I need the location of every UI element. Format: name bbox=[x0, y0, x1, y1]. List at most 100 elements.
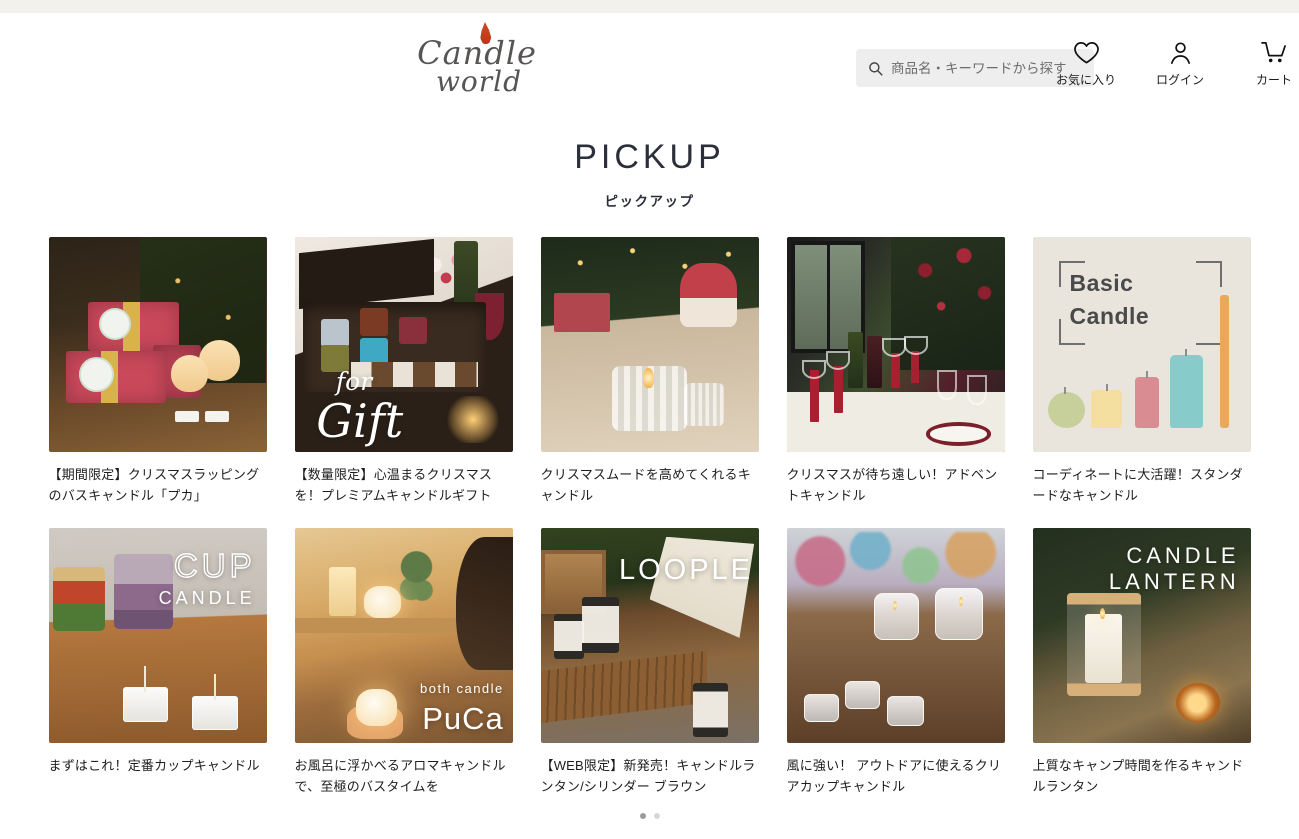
product-image[interactable]: for Gift bbox=[294, 237, 513, 452]
product-caption: 【WEB限定】新発売！キャンドルランタン/シリンダー ブラウン bbox=[540, 758, 756, 795]
corner-bracket bbox=[1196, 318, 1223, 345]
header-utility-nav: お気に入り ログイン カート bbox=[1055, 39, 1299, 88]
wick bbox=[214, 674, 217, 701]
glass-holder bbox=[359, 307, 389, 336]
product-caption: コーディネートに大活躍！スタンダードなキャンドル bbox=[1032, 467, 1243, 504]
product-image[interactable]: both candle PuCa bbox=[294, 528, 513, 744]
product-image[interactable]: LOOPLE bbox=[540, 528, 759, 744]
overlay-text-loople: LOOPLE bbox=[618, 553, 754, 586]
wick bbox=[1064, 386, 1067, 394]
login-label: ログイン bbox=[1155, 73, 1204, 87]
overlay-text-cup: CUP bbox=[173, 547, 256, 585]
clear-cup-candle bbox=[873, 592, 920, 640]
pillar-candle bbox=[329, 566, 356, 617]
wick bbox=[1185, 349, 1188, 357]
product-image[interactable]: Basic Candle bbox=[1032, 237, 1251, 452]
candle-lantern bbox=[693, 682, 728, 737]
product-card[interactable]: 風に強い！ アウトドアに使えるクリアカップキャンドル bbox=[786, 528, 1005, 797]
section-header: PICKUP ピックアップ bbox=[0, 138, 1299, 210]
site-logo[interactable]: Candle world bbox=[412, 19, 542, 99]
mosaic-votive bbox=[52, 566, 106, 632]
product-caption: 【数量限定】心温まるクリスマスを！プレミアムキャンドルギフト bbox=[294, 467, 493, 504]
pagination-dot[interactable] bbox=[653, 813, 660, 820]
overlay-text-candle: CANDLE bbox=[1126, 543, 1240, 569]
wick bbox=[1105, 383, 1108, 391]
taper-candle bbox=[891, 353, 900, 388]
product-caption: クリスマスが待ち遠しい！アドベントキャンドル bbox=[786, 467, 998, 504]
product-card[interactable]: CUP CANDLE まずはこれ！定番カップキャンドル bbox=[48, 528, 267, 797]
product-image[interactable]: CUP CANDLE bbox=[48, 528, 267, 744]
product-card[interactable]: both candle PuCa お風呂に浮かべるアロマキャンドルで、至極のバス… bbox=[294, 528, 513, 797]
camping-table bbox=[540, 651, 707, 724]
search-icon bbox=[869, 61, 883, 76]
product-image[interactable] bbox=[48, 237, 267, 452]
wick bbox=[144, 665, 147, 692]
clear-cup-candle bbox=[803, 693, 839, 722]
product-image[interactable] bbox=[540, 237, 759, 452]
favorites-button[interactable]: お気に入り bbox=[1055, 39, 1117, 88]
wine-glass bbox=[967, 374, 988, 405]
tealight bbox=[174, 411, 199, 422]
product-card[interactable]: Basic Candle コーディネートに大活躍！スタンダードなキャンドル bbox=[1032, 237, 1251, 506]
product-card[interactable]: LOOPLE 【WEB限定】新発売！キャンドルランタン/シリンダー ブラウン bbox=[540, 528, 759, 797]
search-input[interactable] bbox=[891, 60, 1082, 76]
candle-flame-icon bbox=[1100, 607, 1106, 619]
clear-cup-candle bbox=[934, 588, 983, 640]
candle-flame-icon bbox=[642, 368, 654, 388]
login-button[interactable]: ログイン bbox=[1149, 39, 1211, 88]
glass-holder bbox=[399, 316, 428, 345]
potted-plant bbox=[399, 545, 434, 619]
bath-shelf bbox=[294, 618, 482, 634]
overlay-line-2: Candle bbox=[1069, 303, 1150, 330]
product-card[interactable]: CANDLE LANTERN 上質なキャンプ時間を作るキャンドルランタン bbox=[1032, 528, 1251, 797]
favorites-label: お気に入り bbox=[1055, 73, 1116, 87]
pagination-dot[interactable] bbox=[639, 813, 646, 820]
product-card[interactable]: クリスマスが待ち遠しい！アドベントキャンドル bbox=[786, 237, 1005, 506]
overlay-text-candle: CANDLE bbox=[158, 588, 256, 609]
taper-candle bbox=[1219, 295, 1229, 429]
overlay-text-for: for bbox=[335, 367, 373, 397]
logo-line-2: world bbox=[435, 64, 523, 98]
product-card[interactable]: 【期間限定】クリスマスラッピングのバスキャンドル「プカ」 bbox=[48, 237, 267, 506]
clear-cup-candle bbox=[845, 680, 881, 709]
wick bbox=[1145, 370, 1148, 378]
taper-candle bbox=[834, 366, 844, 414]
ball-candle bbox=[1047, 391, 1085, 429]
product-image[interactable] bbox=[786, 528, 1005, 744]
product-card[interactable]: クリスマスムードを高めてくれるキャンドル bbox=[540, 237, 759, 506]
dinner-plate bbox=[926, 421, 992, 446]
pillar-candle bbox=[1084, 614, 1122, 683]
product-caption: 上質なキャンプ時間を作るキャンドルランタン bbox=[1032, 758, 1244, 795]
round-candle bbox=[170, 355, 208, 392]
candle-goblet bbox=[825, 350, 850, 371]
product-card[interactable]: for Gift 【数量限定】心温まるクリスマスを！プレミアムキャンドルギフト bbox=[294, 237, 513, 506]
overlay-text-puca: PuCa bbox=[422, 700, 504, 736]
carousel-pagination[interactable] bbox=[0, 813, 1299, 820]
product-image[interactable] bbox=[786, 237, 1005, 452]
tealight bbox=[205, 411, 230, 422]
wine-bottle bbox=[867, 335, 883, 388]
product-caption: 風に強い！ アウトドアに使えるクリアカップキャンドル bbox=[786, 758, 1002, 795]
wine-glass bbox=[936, 370, 957, 401]
product-caption: まずはこれ！定番カップキャンドル bbox=[48, 758, 260, 774]
top-accent-strip bbox=[0, 0, 1299, 13]
glass-holder bbox=[320, 318, 349, 347]
candle-lantern bbox=[581, 596, 619, 653]
heart-icon bbox=[1073, 39, 1100, 66]
product-caption: クリスマスムードを高めてくれるキャンドル bbox=[540, 467, 751, 504]
product-image[interactable]: CANDLE LANTERN bbox=[1032, 528, 1251, 744]
candle-glow bbox=[447, 396, 500, 444]
person-silhouette bbox=[455, 536, 513, 670]
clear-cup-candle bbox=[886, 695, 924, 726]
tealight-candle bbox=[192, 695, 239, 731]
taper-candle bbox=[910, 350, 920, 384]
puca-bath-candle bbox=[364, 586, 402, 619]
wine-bottle bbox=[847, 331, 863, 388]
user-icon bbox=[1168, 39, 1193, 66]
product-grid: 【期間限定】クリスマスラッピングのバスキャンドル「プカ」 for Gift 【数… bbox=[48, 237, 1251, 797]
cart-button[interactable]: カート bbox=[1243, 39, 1299, 88]
candle-lantern bbox=[553, 614, 585, 660]
gift-box bbox=[553, 292, 611, 332]
ribbed-glass-holder bbox=[684, 383, 724, 427]
candle-goblet bbox=[801, 359, 826, 379]
